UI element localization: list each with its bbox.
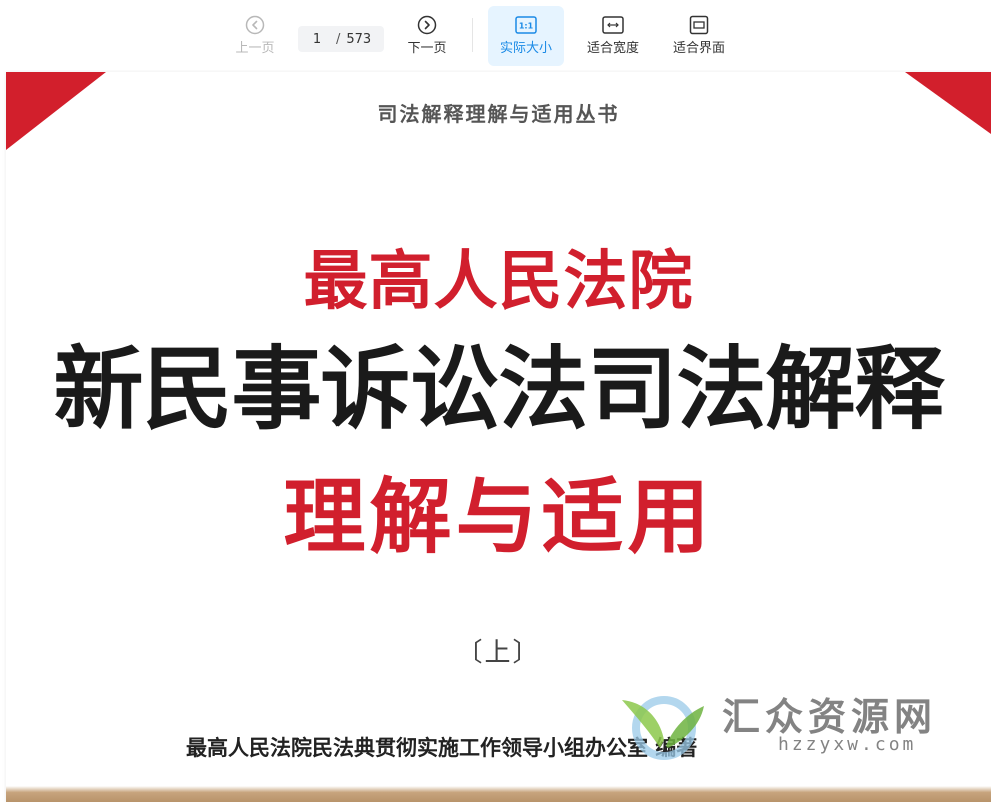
- prev-page-label: 上一页: [235, 41, 275, 56]
- fit-width-icon: [602, 14, 624, 36]
- page-separator: /: [336, 31, 341, 47]
- next-page-button[interactable]: 下一页: [394, 6, 460, 66]
- volume-label: 〔上〕: [456, 638, 541, 668]
- actual-size-label: 实际大小: [499, 41, 552, 56]
- fit-screen-label: 适合界面: [672, 41, 725, 56]
- fit-width-label: 适合宽度: [586, 41, 639, 56]
- watermark-site-name: 汇众资源网: [722, 695, 938, 739]
- chevron-right-circle-icon: [416, 14, 438, 36]
- prev-page-button[interactable]: 上一页: [222, 6, 288, 66]
- chevron-left-circle-icon: [244, 14, 266, 36]
- watermark-leaf-logo-icon: [622, 696, 704, 760]
- title-line-2: 新民事诉讼法司法解释: [53, 337, 945, 442]
- next-page-label: 下一页: [407, 41, 447, 56]
- document-viewer: 上一页 / 573 下一页 1:1 实际大小: [0, 0, 991, 802]
- cover-bottom-band: [6, 786, 991, 802]
- viewer-toolbar: 上一页 / 573 下一页 1:1 实际大小: [0, 0, 991, 70]
- title-line-3: 理解与适用: [283, 470, 714, 565]
- toolbar-divider: [472, 18, 473, 52]
- fit-width-button[interactable]: 适合宽度: [575, 6, 651, 66]
- total-pages: 573: [346, 31, 372, 47]
- watermark: 汇众资源网 hzzyxw.com: [620, 684, 960, 764]
- actual-size-icon: 1:1: [515, 14, 537, 36]
- fit-screen-button[interactable]: 适合界面: [661, 6, 737, 66]
- current-page-input[interactable]: [304, 31, 330, 47]
- page-indicator: / 573: [298, 26, 384, 52]
- actual-size-button[interactable]: 1:1 实际大小: [488, 6, 564, 66]
- series-title: 司法解释理解与适用丛书: [377, 102, 620, 126]
- actual-size-icon-text: 1:1: [519, 22, 534, 31]
- watermark-site-url: hzzyxw.com: [778, 734, 917, 755]
- title-line-1: 最高人民法院: [303, 245, 694, 319]
- fit-screen-icon: [688, 14, 710, 36]
